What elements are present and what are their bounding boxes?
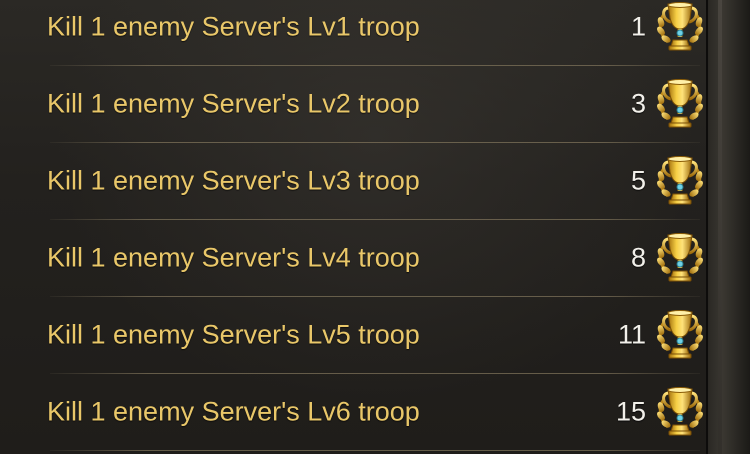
task-label: Kill 1 enemy Server's Lv2 troop xyxy=(47,88,420,118)
panel-frame-border xyxy=(706,0,750,454)
row-divider xyxy=(50,450,700,451)
task-label: Kill 1 enemy Server's Lv4 troop xyxy=(47,242,420,272)
list-item: Kill 1 enemy Server's Lv2 troop 3 xyxy=(0,65,708,142)
task-label: Kill 1 enemy Server's Lv5 troop xyxy=(47,319,420,349)
trophy-icon xyxy=(656,308,704,362)
trophy-icon xyxy=(656,77,704,131)
task-label: Kill 1 enemy Server's Lv6 troop xyxy=(47,396,420,426)
list-item: Kill 1 enemy Server's Lv5 troop 11 xyxy=(0,296,708,373)
task-list-panel: Kill 1 enemy Server's Lv1 troop 1 Kill 1… xyxy=(0,0,750,454)
reward-count: 1 xyxy=(630,11,646,41)
reward-count: 3 xyxy=(630,88,646,118)
list-item: Kill 1 enemy Server's Lv1 troop 1 xyxy=(0,0,708,65)
trophy-icon xyxy=(656,231,704,285)
reward-count: 8 xyxy=(630,242,646,272)
list-item: Kill 1 enemy Server's Lv3 troop 5 xyxy=(0,142,708,219)
trophy-icon xyxy=(656,385,704,439)
list-item: Kill 1 enemy Server's Lv4 troop 8 xyxy=(0,219,708,296)
reward-count: 15 xyxy=(615,396,646,426)
task-label: Kill 1 enemy Server's Lv1 troop xyxy=(47,11,420,41)
task-label: Kill 1 enemy Server's Lv3 troop xyxy=(47,165,420,195)
reward-count: 5 xyxy=(630,165,646,195)
list-item: Kill 1 enemy Server's Lv6 troop 15 xyxy=(0,373,708,450)
task-list: Kill 1 enemy Server's Lv1 troop 1 Kill 1… xyxy=(0,0,708,454)
trophy-icon xyxy=(656,0,704,54)
trophy-icon xyxy=(656,154,704,208)
reward-count: 11 xyxy=(617,319,646,349)
